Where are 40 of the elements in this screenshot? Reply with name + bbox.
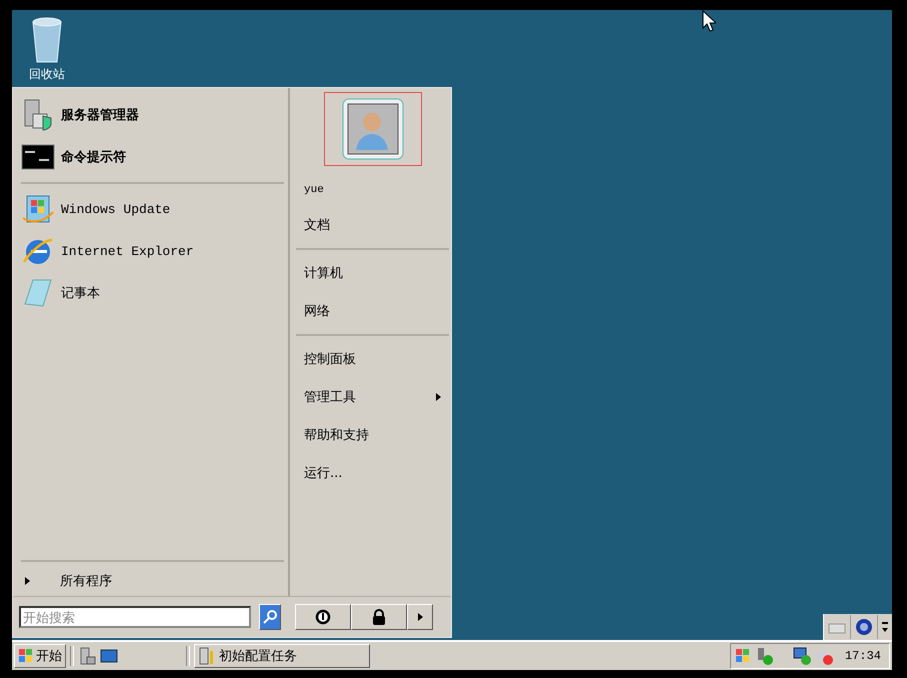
search-icon: [262, 609, 278, 625]
program-item[interactable]: Internet Explorer: [21, 230, 284, 272]
more-options-button[interactable]: [407, 604, 433, 630]
power-button[interactable]: [295, 604, 351, 630]
monitor-icon[interactable]: [100, 648, 118, 664]
menu-item[interactable]: 网络: [296, 292, 449, 330]
menu-item[interactable]: 管理工具: [296, 378, 449, 416]
clock[interactable]: 17:34: [844, 649, 881, 663]
user-avatar-icon: [342, 98, 404, 160]
window-logo-icon: [18, 648, 34, 664]
mouse-cursor-icon: [702, 10, 716, 32]
start-button[interactable]: 开始: [14, 644, 66, 668]
search-button[interactable]: [259, 604, 281, 630]
menu-item[interactable]: 帮助和支持: [296, 416, 449, 454]
desktop-icon-label[interactable]: 回收站: [29, 66, 65, 83]
taskbar-button[interactable]: 初始配置任务: [194, 644, 370, 668]
server-icon: [199, 647, 215, 665]
program-item[interactable]: 记事本: [21, 272, 284, 314]
program-item[interactable]: 命令提示符: [21, 136, 284, 178]
console-icon: [21, 143, 55, 171]
server-icon[interactable]: [78, 647, 96, 665]
window-logo-icon[interactable]: [734, 648, 751, 664]
lock-button[interactable]: [351, 604, 407, 630]
triangle-icon: [25, 577, 30, 585]
power-icon: [315, 609, 331, 625]
triangle-icon: [418, 613, 422, 621]
menu-item[interactable]: 文档: [296, 206, 449, 244]
menu-item[interactable]: 控制面板: [296, 340, 449, 378]
trash-bin-icon[interactable]: [30, 16, 64, 64]
minimize-arrow-icon[interactable]: [881, 620, 889, 634]
all-programs-item[interactable]: 所有程序: [21, 566, 284, 596]
submenu-arrow-icon: [436, 393, 441, 401]
user-name[interactable]: yue: [304, 184, 449, 196]
program-item[interactable]: Windows Update: [21, 188, 284, 230]
network-icon[interactable]: [792, 647, 811, 665]
menu-item[interactable]: 计算机: [296, 254, 449, 292]
menu-item[interactable]: 运行...: [296, 454, 449, 492]
lock-icon: [372, 609, 386, 625]
program-item[interactable]: 服务器管理器: [21, 94, 284, 136]
search-field[interactable]: 开始搜索: [19, 606, 251, 628]
